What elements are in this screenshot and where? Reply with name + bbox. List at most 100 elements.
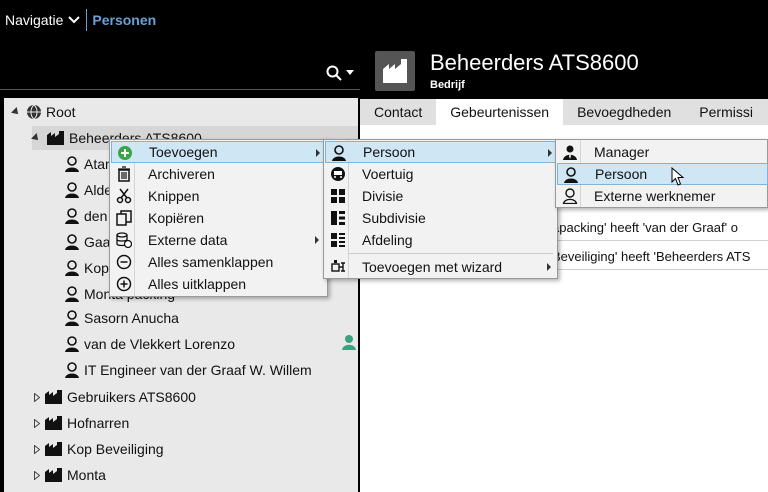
page-title: Beheerders ATS8600 (430, 50, 639, 75)
building-icon (45, 468, 62, 482)
person-icon (332, 145, 346, 161)
tree-label: Kop (84, 260, 109, 276)
trash-icon (118, 166, 130, 182)
dropdown-caret-icon[interactable] (346, 70, 354, 76)
company-icon (375, 51, 415, 91)
menu-label: Kopiëren (148, 210, 205, 226)
tab-events[interactable]: Gebeurtenissen (436, 99, 564, 125)
menu-label: Archiveren (148, 166, 215, 182)
menu-item-vehicle[interactable]: Voertuig (325, 163, 556, 185)
menu-item-external-data[interactable]: Externe data (111, 229, 326, 251)
menu-item-add-with-wizard[interactable]: Toevoegen met wizard (325, 256, 556, 278)
external-person-icon (562, 188, 578, 204)
menu-item-department[interactable]: Afdeling (325, 229, 556, 251)
top-bar: Navigatie Personen (0, 0, 768, 40)
tree-node-group[interactable]: Monta (34, 463, 106, 487)
globe-icon (27, 104, 41, 120)
collapsed-arrow-icon[interactable] (34, 392, 40, 402)
menu-label: Persoon (595, 166, 648, 182)
person-submenu: Manager Persoon Externe werknemer (555, 139, 768, 208)
department-icon (331, 233, 345, 247)
scissors-icon (116, 188, 132, 204)
menu-label: Afdeling (362, 232, 413, 248)
tree-node-person[interactable]: Alde (64, 178, 112, 202)
person-icon (65, 208, 79, 224)
menu-item-archive[interactable]: Archiveren (111, 163, 326, 185)
person-icon (65, 182, 79, 198)
tree-node-group[interactable]: Hofnarren (34, 411, 129, 435)
manager-icon (563, 145, 577, 160)
event-text: Beveiliging' heeft 'Beheerders ATS (552, 249, 751, 264)
person-icon (65, 286, 79, 302)
submenu-arrow-icon (548, 149, 552, 157)
plus-circle-icon (118, 146, 132, 160)
grid-icon (331, 189, 345, 203)
person-icon (65, 362, 79, 378)
person-status-icon (342, 335, 356, 350)
search-bar[interactable] (0, 41, 360, 90)
building-icon (47, 131, 64, 145)
collapsed-arrow-icon[interactable] (34, 418, 40, 428)
menu-item-person-selected[interactable]: Persoon (557, 163, 768, 185)
menu-item-collapse-all[interactable]: Alles samenklappen (111, 251, 326, 273)
tree-node-group[interactable]: Gebruikers ATS8600 (34, 385, 196, 409)
add-submenu: Persoon Voertuig Divisie Subdivisie Afde… (323, 139, 558, 279)
menu-item-manager[interactable]: Manager (557, 141, 768, 163)
building-icon (45, 416, 62, 430)
menu-item-expand-all[interactable]: Alles uitklappen (111, 273, 326, 295)
tab-contact[interactable]: Contact (360, 99, 436, 125)
chevron-down-icon (68, 16, 81, 24)
menu-label: Externe data (148, 232, 228, 248)
collapsed-arrow-icon[interactable] (34, 444, 40, 454)
expanded-arrow-icon[interactable] (11, 107, 21, 117)
tree-node-person[interactable]: Kop (64, 256, 109, 280)
tree-node-person[interactable]: van de Vlekkert Lorenzo (64, 332, 235, 356)
person-icon (65, 336, 79, 352)
submenu-arrow-icon (547, 263, 551, 271)
menu-label: Alles samenklappen (148, 254, 274, 270)
menu-item-copy[interactable]: Kopiëren (111, 207, 326, 229)
menu-label: Subdivisie (362, 210, 426, 226)
tree-node-person[interactable]: den (64, 204, 107, 228)
wizard-icon (331, 260, 345, 272)
person-icon (65, 310, 79, 326)
menu-item-external-employee[interactable]: Externe werknemer (557, 185, 768, 207)
menu-item-person[interactable]: Persoon (325, 141, 556, 163)
expanded-arrow-icon[interactable] (31, 133, 41, 143)
tree-label: Kop Beveiliging (67, 441, 164, 457)
submenu-arrow-icon (315, 236, 319, 244)
car-icon (331, 167, 345, 181)
menu-label: Divisie (362, 188, 404, 204)
tree-label: van de Vlekkert Lorenzo (84, 336, 235, 352)
person-icon (564, 167, 578, 183)
tree-node-person[interactable]: Gaa (64, 230, 110, 254)
tab-permissions[interactable]: Bevoegdheden (563, 99, 685, 125)
menu-item-cut[interactable]: Knippen (111, 185, 326, 207)
subdivision-icon (331, 211, 345, 225)
tree-node-person[interactable]: IT Engineer van der Graaf W. Willem (64, 358, 312, 382)
tree-label: Root (46, 104, 76, 120)
menu-label: Knippen (148, 188, 200, 204)
collapsed-arrow-icon[interactable] (34, 470, 40, 480)
tree-node-group[interactable]: Kop Beveiliging (34, 437, 164, 461)
tree-label: Sasorn Anucha (84, 310, 179, 326)
tree-node-root[interactable]: Root (11, 100, 76, 124)
tree-node-person[interactable]: Sasorn Anucha (64, 306, 179, 330)
menu-item-division[interactable]: Divisie (325, 185, 556, 207)
menu-label: Persoon (363, 144, 416, 160)
navigation-label: Navigatie (5, 12, 64, 28)
submenu-arrow-icon (316, 149, 320, 157)
breadcrumb[interactable]: Personen (92, 12, 156, 28)
tree-label: Gaa (84, 234, 111, 250)
search-icon[interactable] (326, 65, 342, 81)
person-icon (65, 156, 79, 172)
tree-node-person[interactable]: Atan (64, 152, 113, 176)
context-menu: Toevoegen Archiveren Knippen Kopiëren Ex… (109, 139, 328, 297)
menu-item-add[interactable]: Toevoegen (111, 141, 326, 163)
tab-permissi[interactable]: Permissi (685, 99, 767, 125)
tree-label: Alde (84, 182, 113, 198)
navigation-menu-button[interactable]: Navigatie (0, 0, 81, 40)
menu-label: Toevoegen met wizard (362, 259, 503, 275)
menu-label: Voertuig (362, 166, 414, 182)
menu-item-subdivision[interactable]: Subdivisie (325, 207, 556, 229)
